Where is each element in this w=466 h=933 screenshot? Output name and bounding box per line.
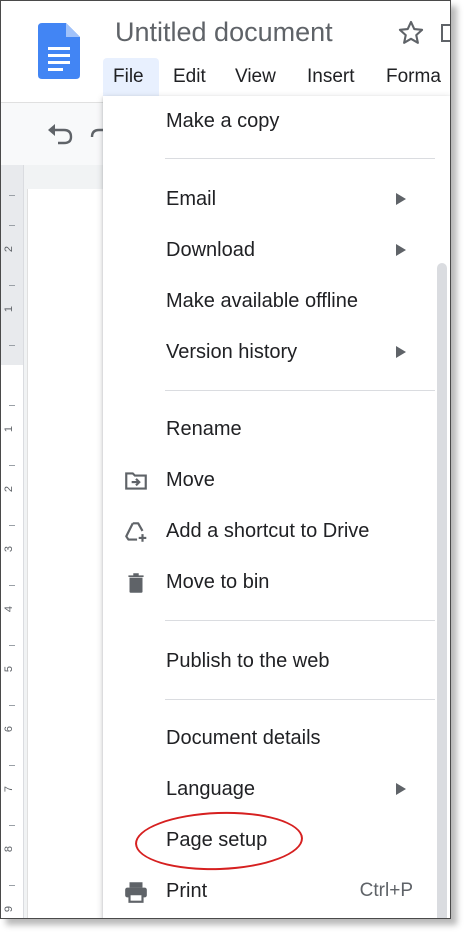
ruler-tick xyxy=(9,525,15,526)
submenu-arrow-icon xyxy=(396,346,406,358)
menu-item-label: Publish to the web xyxy=(166,650,330,672)
ruler-tick xyxy=(9,405,15,406)
menu-item-make-a-copy[interactable]: Make a copy xyxy=(103,98,443,144)
trash-icon xyxy=(128,573,144,593)
menu-item-language[interactable]: Language xyxy=(103,766,443,812)
menu-item-make-available-offline[interactable]: Make available offline xyxy=(103,278,443,324)
app-window: Untitled document File Edit View Insert … xyxy=(0,0,451,919)
menu-item-label: Version history xyxy=(166,341,298,363)
ruler-number: 1 xyxy=(3,305,16,313)
ruler-number: 8 xyxy=(3,845,16,853)
menu-item-label: Rename xyxy=(166,418,242,440)
ruler-tick xyxy=(9,885,15,886)
menu-item-download[interactable]: Download xyxy=(103,227,443,273)
ruler-number: 1 xyxy=(3,425,16,433)
ruler-number: 3 xyxy=(3,545,16,553)
menu-item-document-details[interactable]: Document details xyxy=(103,715,443,761)
menu-insert[interactable]: Insert xyxy=(297,58,365,96)
ruler-tick xyxy=(9,285,15,286)
menu-item-email[interactable]: Email xyxy=(103,176,443,222)
move-to-folder-icon xyxy=(125,472,147,490)
menu-item-label: Make available offline xyxy=(166,290,358,312)
menu-separator xyxy=(165,390,435,391)
undo-icon[interactable] xyxy=(46,123,74,145)
ruler-tick xyxy=(9,345,15,346)
menu-scrollbar[interactable] xyxy=(437,263,447,918)
ruler-number: 7 xyxy=(3,785,16,793)
ruler-tick xyxy=(9,645,15,646)
ruler-number: 5 xyxy=(3,665,16,673)
menu-item-label: Document details xyxy=(166,727,321,749)
submenu-arrow-icon xyxy=(396,244,406,256)
submenu-arrow-icon xyxy=(396,193,406,205)
file-menu-dropdown: Make a copy Email Download Make availabl… xyxy=(103,96,450,918)
menu-item-move-to-bin[interactable]: Move to bin xyxy=(103,559,443,605)
ruler-tick xyxy=(9,195,15,196)
drive-shortcut-icon xyxy=(125,522,147,542)
menu-item-label: Email xyxy=(166,188,217,210)
ruler-tick xyxy=(9,585,15,586)
vertical-ruler: 2 1 1 2 3 4 5 6 7 8 9 xyxy=(1,165,24,918)
ruler-number: 2 xyxy=(3,485,16,493)
menu-item-publish-to-the-web[interactable]: Publish to the web xyxy=(103,638,443,684)
submenu-arrow-icon xyxy=(396,783,406,795)
folder-move-icon[interactable] xyxy=(441,23,451,43)
menu-view[interactable]: View xyxy=(225,58,286,96)
google-docs-icon[interactable] xyxy=(38,23,80,79)
ruler-tick xyxy=(9,225,15,226)
ruler-tick xyxy=(9,705,15,706)
menu-item-version-history[interactable]: Version history xyxy=(103,329,443,375)
star-icon[interactable] xyxy=(397,19,425,47)
menu-separator xyxy=(165,620,435,621)
menu-item-label: Move xyxy=(166,469,215,491)
menu-item-move[interactable]: Move xyxy=(103,457,443,503)
ruler-tick xyxy=(9,765,15,766)
menu-item-label: Make a copy xyxy=(166,110,280,132)
menu-item-rename[interactable]: Rename xyxy=(103,406,443,452)
menu-item-label: Move to bin xyxy=(166,571,270,593)
menu-file[interactable]: File xyxy=(103,58,159,96)
document-title[interactable]: Untitled document xyxy=(115,17,333,48)
menu-item-page-setup[interactable]: Page setup xyxy=(103,817,443,863)
menu-edit[interactable]: Edit xyxy=(163,58,216,96)
menu-item-label: Add a shortcut to Drive xyxy=(166,520,370,542)
menu-item-label: Download xyxy=(166,239,255,261)
menu-item-print[interactable]: Print Ctrl+P xyxy=(103,868,443,914)
ruler-number: 2 xyxy=(3,245,16,253)
menu-item-add-shortcut-to-drive[interactable]: Add a shortcut to Drive xyxy=(103,508,443,554)
print-icon xyxy=(125,882,147,903)
menu-separator xyxy=(165,158,435,159)
ruler-tick xyxy=(9,825,15,826)
ruler-number: 4 xyxy=(3,605,16,613)
menu-item-label: Print xyxy=(166,880,208,902)
menu-item-shortcut: Ctrl+P xyxy=(359,880,413,901)
ruler-tick xyxy=(9,465,15,466)
menu-item-label: Language xyxy=(166,778,255,800)
ruler-number: 9 xyxy=(3,905,16,913)
ruler-number: 6 xyxy=(3,725,16,733)
menu-item-label: Page setup xyxy=(166,829,268,851)
menu-format[interactable]: Forma xyxy=(376,58,450,96)
menu-separator xyxy=(165,699,435,700)
